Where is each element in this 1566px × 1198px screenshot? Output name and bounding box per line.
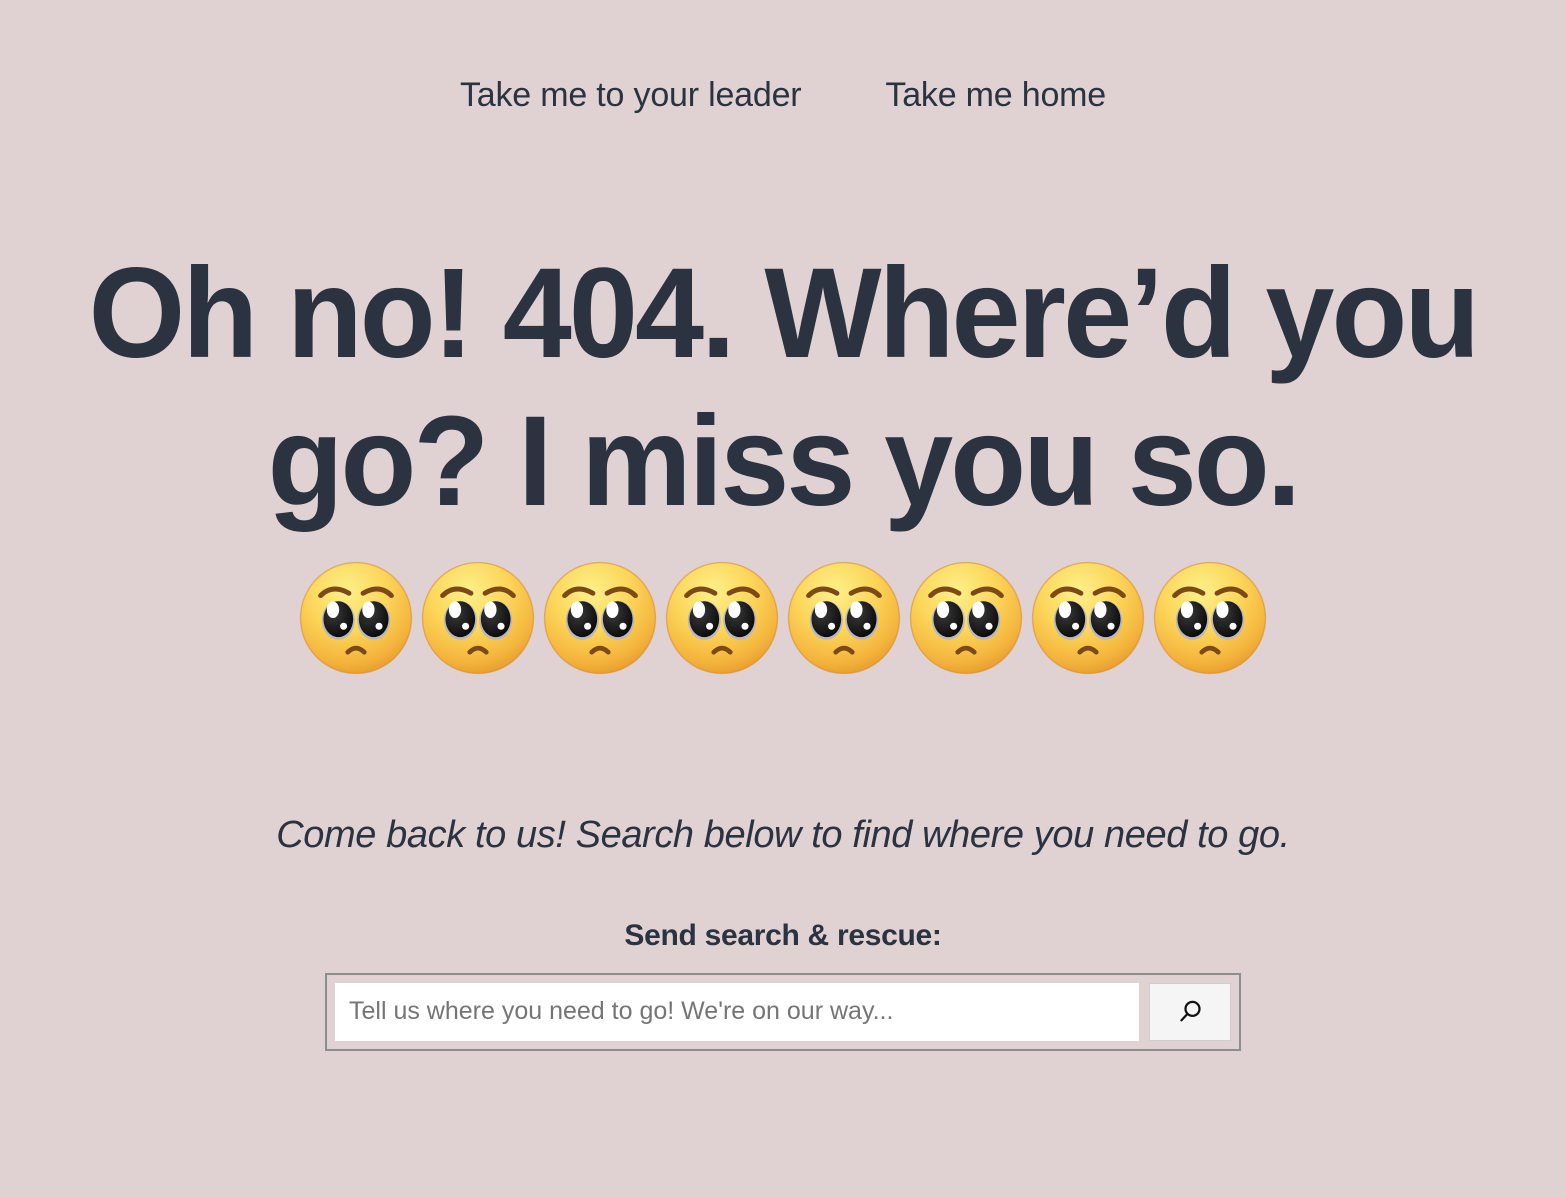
pleading-face-emoji-row xyxy=(0,553,1566,683)
search-block: Send search & rescue: xyxy=(0,918,1566,1051)
pleading-face-icon xyxy=(665,561,779,675)
error-404-page: Take me to your leader Take me home Oh n… xyxy=(0,0,1566,1198)
search-label: Send search & rescue: xyxy=(624,918,942,952)
pleading-face-icon xyxy=(1031,561,1145,675)
pleading-face-icon xyxy=(543,561,657,675)
top-navigation: Take me to your leader Take me home xyxy=(0,0,1566,112)
pleading-face-icon xyxy=(421,561,535,675)
search-icon xyxy=(1180,1000,1201,1021)
page-subtitle: Come back to us! Search below to find wh… xyxy=(276,813,1290,856)
pleading-face-icon xyxy=(1153,561,1267,675)
nav-link-take-me-to-your-leader[interactable]: Take me to your leader xyxy=(460,78,802,112)
nav-link-take-me-home[interactable]: Take me home xyxy=(885,78,1106,112)
pleading-face-icon xyxy=(909,561,1023,675)
search-input[interactable] xyxy=(335,982,1139,1041)
page-title: Oh no! 404. Where’d you go? I miss you s… xyxy=(88,242,1481,534)
pleading-face-icon xyxy=(299,561,413,675)
search-form xyxy=(325,972,1241,1051)
pleading-face-icon xyxy=(787,561,901,675)
search-submit-button[interactable] xyxy=(1149,982,1231,1041)
